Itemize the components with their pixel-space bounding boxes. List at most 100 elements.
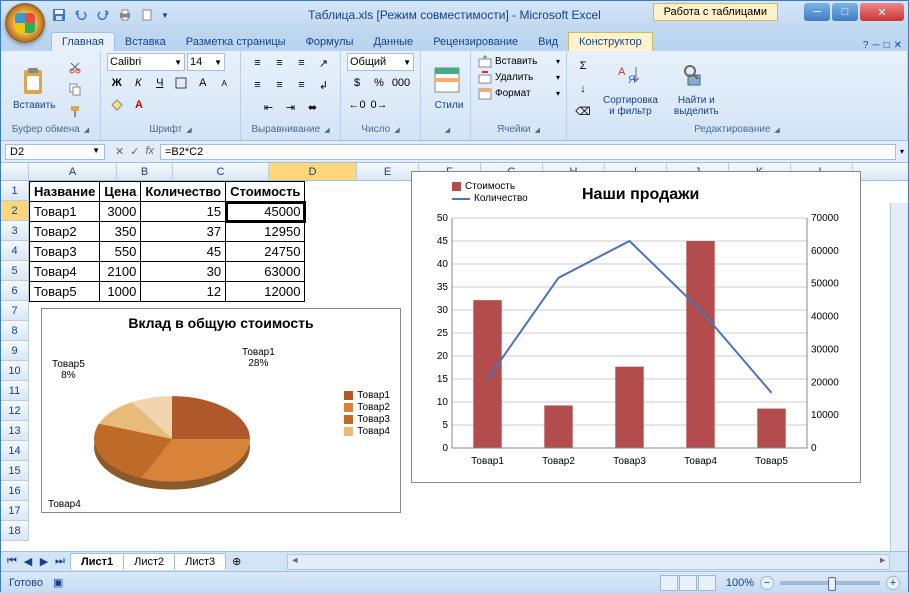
- undo-icon[interactable]: [73, 7, 89, 23]
- tab-pagelayout[interactable]: Разметка страницы: [176, 33, 296, 51]
- tab-design[interactable]: Конструктор: [568, 32, 653, 51]
- column-header[interactable]: E: [357, 163, 419, 180]
- column-header[interactable]: B: [117, 163, 173, 180]
- tab-review[interactable]: Рецензирование: [423, 33, 528, 51]
- redo-icon[interactable]: [95, 7, 111, 23]
- font-size-combo[interactable]: 14▼: [187, 53, 225, 71]
- data-table[interactable]: НазваниеЦенаКоличествоСтоимость Товар130…: [29, 181, 305, 302]
- formula-input[interactable]: =B2*C2: [160, 144, 896, 160]
- tab-home[interactable]: Главная: [51, 32, 115, 51]
- wrap-text-icon[interactable]: ↲: [314, 75, 334, 95]
- bold-button[interactable]: Ж: [107, 73, 127, 93]
- row-header[interactable]: 8: [1, 321, 29, 341]
- zoom-slider[interactable]: [780, 581, 880, 585]
- grow-font-icon[interactable]: A: [193, 73, 213, 93]
- worksheet[interactable]: ABCDEFGHIJKL 123456789101112131415161718…: [1, 163, 908, 551]
- column-header[interactable]: C: [173, 163, 269, 180]
- font-color-button[interactable]: A: [129, 95, 149, 115]
- copy-icon[interactable]: [65, 79, 85, 99]
- border-button[interactable]: [172, 73, 192, 93]
- comma-icon[interactable]: 000: [391, 73, 411, 93]
- expand-formula-icon[interactable]: ▾: [896, 147, 908, 156]
- tab-insert[interactable]: Вставка: [115, 33, 176, 51]
- merge-icon[interactable]: ⬌: [303, 97, 323, 117]
- delete-cells-button[interactable]: Удалить▾: [477, 69, 560, 85]
- row-header[interactable]: 11: [1, 381, 29, 401]
- enter-formula-icon[interactable]: ✓: [130, 145, 139, 158]
- select-all-corner[interactable]: [1, 163, 29, 180]
- combo-chart[interactable]: Стоимость Количество Наши продажи 051015…: [411, 171, 861, 483]
- help-icon[interactable]: ?: [863, 40, 869, 51]
- sheet-nav-prev-icon[interactable]: ◀: [21, 555, 35, 568]
- fx-icon[interactable]: fx: [145, 145, 154, 158]
- column-header[interactable]: D: [269, 163, 357, 180]
- find-select-button[interactable]: Найти и выделить: [668, 59, 725, 119]
- close-button[interactable]: ✕: [860, 3, 904, 21]
- row-header[interactable]: 13: [1, 421, 29, 441]
- italic-button[interactable]: К: [129, 73, 149, 93]
- fill-icon[interactable]: ↓: [573, 79, 593, 99]
- column-header[interactable]: A: [29, 163, 117, 180]
- decrease-decimal-icon[interactable]: 0→: [369, 95, 389, 115]
- shrink-font-icon[interactable]: A: [215, 73, 235, 93]
- format-painter-icon[interactable]: [65, 101, 85, 121]
- row-header[interactable]: 2: [1, 201, 29, 221]
- macro-record-icon[interactable]: ▣: [53, 576, 63, 589]
- row-header[interactable]: 9: [1, 341, 29, 361]
- vertical-scrollbar[interactable]: [890, 203, 908, 551]
- autosum-icon[interactable]: Σ: [573, 56, 593, 76]
- cut-icon[interactable]: [65, 57, 85, 77]
- row-header[interactable]: 7: [1, 301, 29, 321]
- save-icon[interactable]: [51, 7, 67, 23]
- row-header[interactable]: 16: [1, 481, 29, 501]
- row-header[interactable]: 3: [1, 221, 29, 241]
- minimize-button[interactable]: ─: [804, 3, 830, 21]
- pie-chart[interactable]: Вклад в общую стоимость Товар58% Товар12…: [41, 308, 401, 513]
- percent-icon[interactable]: %: [369, 73, 389, 93]
- align-left-icon[interactable]: ≡: [248, 75, 268, 95]
- pagelayout-view-button[interactable]: [679, 575, 697, 591]
- sheet-nav-last-icon[interactable]: ⏭: [53, 555, 67, 568]
- horizontal-scrollbar[interactable]: [287, 554, 890, 570]
- mdi-close-icon[interactable]: ✕: [894, 40, 902, 51]
- tab-formulas[interactable]: Формулы: [296, 33, 364, 51]
- office-button[interactable]: [5, 3, 45, 43]
- new-sheet-icon[interactable]: ⊕: [226, 555, 247, 568]
- align-mid-icon[interactable]: ≡: [270, 53, 290, 73]
- print-icon[interactable]: [117, 7, 133, 23]
- underline-button[interactable]: Ч: [150, 73, 170, 93]
- mdi-restore-icon[interactable]: □: [884, 40, 890, 51]
- zoom-in-button[interactable]: +: [886, 576, 900, 590]
- row-header[interactable]: 10: [1, 361, 29, 381]
- sheet-tab-2[interactable]: Лист2: [123, 553, 175, 570]
- indent-dec-icon[interactable]: ⇤: [259, 97, 279, 117]
- row-header[interactable]: 1: [1, 181, 29, 201]
- name-box[interactable]: D2▼: [5, 144, 105, 160]
- sort-filter-button[interactable]: АЯ Сортировка и фильтр: [597, 59, 664, 119]
- number-format-combo[interactable]: Общий▼: [347, 53, 414, 71]
- styles-button[interactable]: Стили: [427, 64, 471, 113]
- new-icon[interactable]: [139, 7, 155, 23]
- align-right-icon[interactable]: ≡: [292, 75, 312, 95]
- align-bot-icon[interactable]: ≡: [292, 53, 312, 73]
- align-center-icon[interactable]: ≡: [270, 75, 290, 95]
- clear-icon[interactable]: ⌫: [573, 102, 593, 122]
- mdi-minimize-icon[interactable]: ─: [872, 40, 879, 51]
- insert-cells-button[interactable]: Вставить▾: [477, 53, 560, 69]
- sheet-tab-3[interactable]: Лист3: [174, 553, 226, 570]
- normal-view-button[interactable]: [660, 575, 678, 591]
- row-header[interactable]: 4: [1, 241, 29, 261]
- row-header[interactable]: 12: [1, 401, 29, 421]
- indent-inc-icon[interactable]: ⇥: [281, 97, 301, 117]
- qat-dropdown-icon[interactable]: ▼: [161, 11, 169, 20]
- maximize-button[interactable]: □: [832, 3, 858, 21]
- row-header[interactable]: 14: [1, 441, 29, 461]
- row-header[interactable]: 5: [1, 261, 29, 281]
- cancel-formula-icon[interactable]: ✕: [115, 145, 124, 158]
- zoom-level[interactable]: 100%: [726, 577, 754, 589]
- currency-icon[interactable]: $: [347, 73, 367, 93]
- font-name-combo[interactable]: Calibri▼: [107, 53, 185, 71]
- orientation-icon[interactable]: ↗: [314, 53, 334, 73]
- increase-decimal-icon[interactable]: ←0: [347, 95, 367, 115]
- sheet-nav-first-icon[interactable]: ⏮: [5, 555, 19, 568]
